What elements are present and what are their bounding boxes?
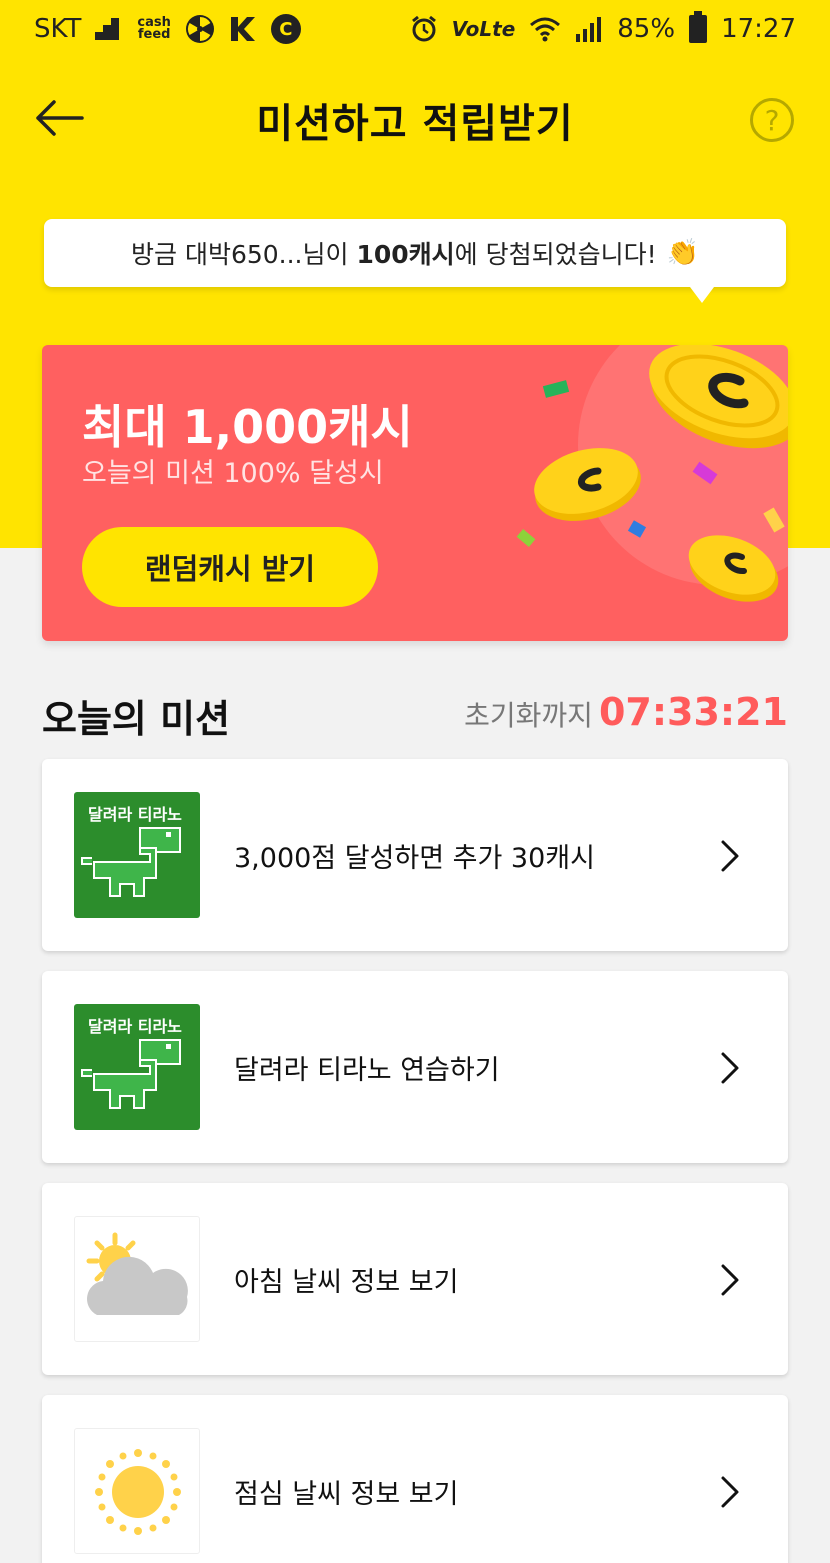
c-logo-icon: C [270, 14, 301, 44]
chevron-right-icon [721, 1264, 739, 1296]
mission-item[interactable]: 점심 날씨 정보 보기 [42, 1395, 788, 1563]
timer-label: 초기화까지 [464, 699, 593, 732]
missions-section-title: 오늘의 미션 [42, 697, 231, 741]
reset-timer: 초기화까지 07:33:21 [464, 690, 788, 734]
wifi-icon [530, 17, 561, 42]
mission-label: 3,000점 달성하면 추가 30캐시 [234, 842, 595, 874]
dino-icon: 달려라 티라노 [81, 805, 182, 897]
sun-cloud-icon [86, 1232, 188, 1315]
page-title: 미션하고 적립받기 [256, 101, 574, 147]
weather-thumbnail [74, 1216, 200, 1342]
timer-value: 07:33:21 [598, 690, 788, 734]
status-right: VoLte 85% 17:27 [410, 11, 796, 44]
chevron-right-icon [721, 1476, 739, 1508]
signal-icon [576, 17, 602, 42]
sun-icon [95, 1449, 181, 1535]
mission-label: 점심 날씨 정보 보기 [234, 1478, 459, 1510]
mission-item[interactable]: 아침 날씨 정보 보기 [42, 1183, 788, 1375]
promo-banner: 최대 1,000캐시 오늘의 미션 100% 달성시 랜덤캐시 받기 [42, 345, 788, 641]
dino-game-thumbnail: 달려라 티라노 [74, 792, 200, 918]
help-label: ? [764, 103, 780, 137]
promo-subtitle: 오늘의 미션 100% 달성시 [82, 458, 384, 489]
mission-item[interactable]: 달려라 티라노 3,000점 달성하면 추가 30캐시 [42, 759, 788, 951]
mission-item[interactable]: 달려라 티라노 달려라 티라노 연습하기 [42, 971, 788, 1163]
stairs-icon [95, 18, 120, 40]
battery-icon [689, 11, 708, 43]
status-bar: SKT cash feed C VoLte 85% 17:27 [0, 0, 830, 58]
clock-time: 17:27 [721, 14, 796, 44]
alarm-icon [411, 15, 436, 42]
cashfeed-icon: cash feed [137, 15, 171, 42]
status-left: SKT cash feed C [34, 14, 301, 44]
clap-icon: 👏 [666, 238, 699, 268]
dino-game-thumbnail: 달려라 티라노 [74, 1004, 200, 1130]
mission-label: 달려라 티라노 연습하기 [234, 1054, 500, 1086]
random-cash-button[interactable]: 랜덤캐시 받기 [82, 527, 378, 607]
dino-icon: 달려라 티라노 [81, 1017, 182, 1109]
thumb-title: 달려라 티라노 [88, 805, 182, 824]
carrier-label: SKT [34, 14, 82, 44]
chevron-right-icon [721, 1052, 739, 1084]
notice-amount: 100캐시 [356, 240, 455, 269]
back-arrow-icon[interactable] [34, 98, 84, 138]
app-header: 미션하고 적립받기 ? [0, 70, 830, 170]
help-icon[interactable]: ? [750, 98, 794, 142]
coins-illustration [516, 345, 788, 602]
volte-label: VoLte [451, 17, 516, 41]
weather-thumbnail [74, 1428, 200, 1554]
radiation-icon [185, 15, 214, 43]
battery-percent: 85% [617, 14, 676, 44]
chevron-right-icon [721, 840, 739, 872]
notice-suffix: 에 당첨되었습니다! [454, 240, 657, 269]
k-logo-icon [230, 17, 255, 41]
notice-prefix: 방금 대박650...님이 [131, 240, 357, 269]
thumb-title: 달려라 티라노 [88, 1017, 182, 1036]
winner-notice: 방금 대박650...님이 100캐시 에 당첨되었습니다! 👏 [44, 219, 786, 303]
promo-title: 최대 1,000캐시 [82, 400, 413, 454]
mission-label: 아침 날씨 정보 보기 [234, 1266, 459, 1298]
